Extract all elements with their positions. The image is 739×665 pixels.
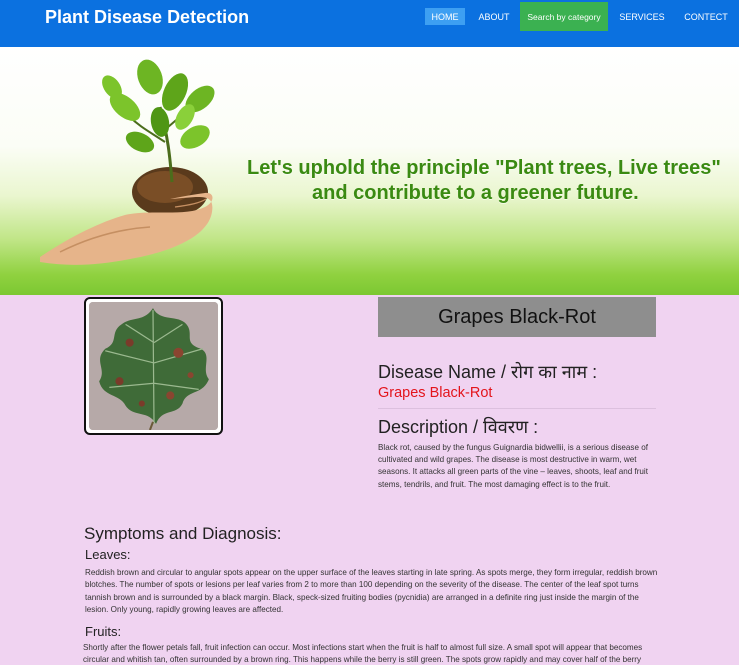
nav-about-link[interactable]: ABOUT (473, 8, 515, 25)
fruits-subheading: Fruits: (85, 624, 122, 639)
banner-slogan-line-1: Let's uphold the principle "Plant trees,… (247, 157, 721, 179)
nav-search-by-category-button[interactable]: Search by category (520, 2, 608, 31)
nav-contact-link[interactable]: CONTECT (679, 8, 733, 25)
disease-leaf-image (84, 297, 223, 435)
hero-banner: Let's uphold the principle "Plant trees,… (0, 47, 739, 295)
description-heading: Description / विवरण : (378, 417, 539, 437)
leaves-subheading: Leaves: (85, 547, 131, 562)
fruits-symptoms-text: Shortly after the flower petals fall, fr… (83, 643, 643, 665)
disease-name-heading: Disease Name / रोग का नाम : (378, 362, 598, 382)
nav-home-link[interactable]: HOME (425, 8, 465, 25)
site-brand[interactable]: Plant Disease Detection (45, 7, 249, 28)
description-text: Black rot, caused by the fungus Guignard… (378, 443, 648, 489)
section-divider (378, 408, 656, 409)
symptoms-heading: Symptoms and Diagnosis: (84, 524, 282, 543)
disease-title-box: Grapes Black-Rot (378, 297, 656, 337)
nav-services-link[interactable]: SERVICES (613, 8, 671, 25)
leaves-symptoms-text: Reddish brown and circular to angular sp… (85, 568, 658, 614)
top-navbar: Plant Disease Detection HOME ABOUT Searc… (0, 0, 739, 47)
disease-name-value: Grapes Black-Rot (378, 385, 493, 401)
banner-slogan-line-2: and contribute to a greener future. (312, 182, 639, 204)
